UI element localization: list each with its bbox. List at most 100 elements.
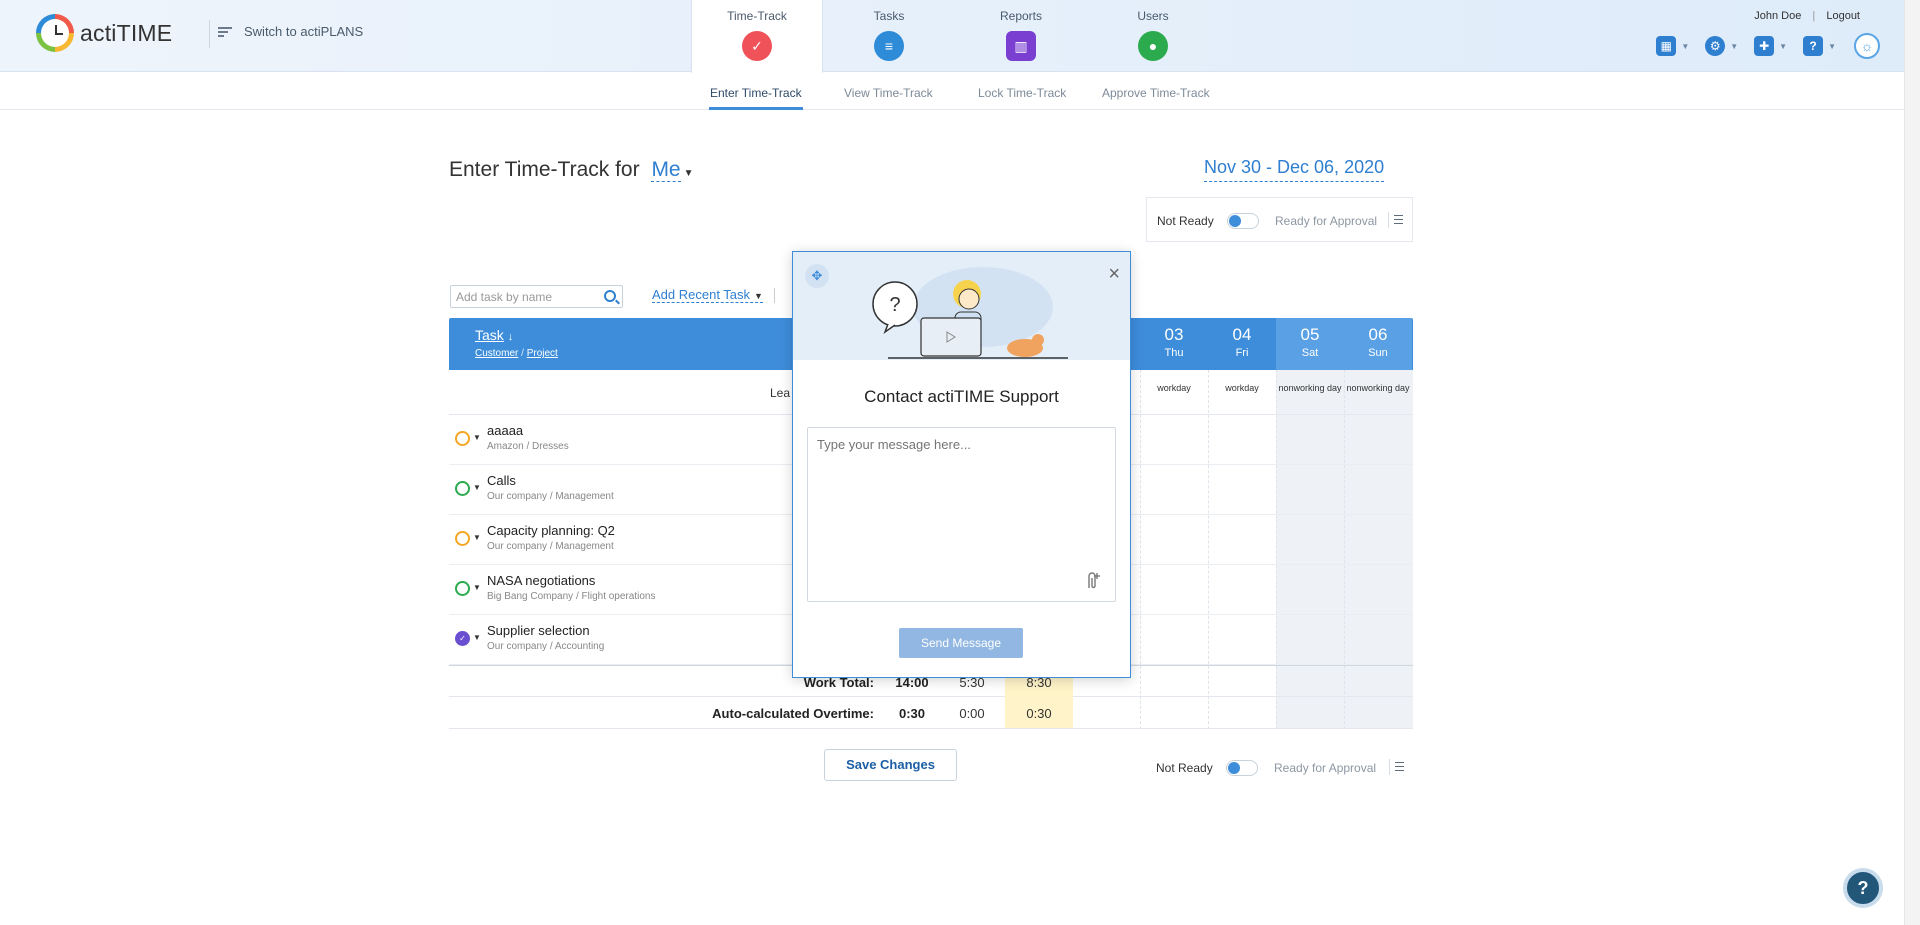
bar-chart-icon: ▥	[1006, 31, 1041, 61]
ready-for-approval-label: Ready for Approval	[1275, 214, 1378, 228]
approval-toggle[interactable]	[1226, 760, 1258, 776]
subnav-enter-time-track[interactable]: Enter Time-Track	[710, 86, 802, 100]
task-name[interactable]: Calls	[487, 473, 516, 488]
chevron-down-icon[interactable]: ▼	[473, 483, 481, 492]
task-name[interactable]: Supplier selection	[487, 623, 590, 638]
chevron-down-icon[interactable]: ▼	[473, 633, 481, 642]
list-icon[interactable]	[1389, 759, 1405, 775]
tab-time-track-label: Time-Track	[727, 9, 787, 23]
add-recent-task-label: Add Recent Task	[652, 287, 751, 302]
switch-to-actiplans-link[interactable]: Switch to actiPLANS	[218, 24, 363, 39]
top-header: actiTIME Switch to actiPLANS Time-Track …	[0, 0, 1904, 73]
day-number: 06	[1368, 325, 1388, 344]
tab-users-label: Users	[1137, 9, 1169, 23]
page-title: Enter Time-Track for Me ▼	[449, 158, 694, 182]
user-separator: |	[1812, 10, 1816, 22]
overtime-week: 0:30	[898, 706, 926, 721]
send-message-button[interactable]: Send Message	[899, 628, 1023, 658]
subnav-view-time-track[interactable]: View Time-Track	[844, 86, 933, 100]
tab-reports[interactable]: Reports ▥	[955, 0, 1087, 72]
task-name[interactable]: Capacity planning: Q2	[487, 523, 615, 538]
active-tab-indicator	[709, 107, 803, 110]
day-type: nonworking day	[1346, 383, 1410, 393]
day-name: Sun	[1368, 347, 1388, 359]
toolbar-divider	[774, 288, 775, 303]
task-path-separator: /	[575, 591, 579, 602]
task-name[interactable]: aaaaa	[487, 423, 523, 438]
day-header: 04 Fri	[1208, 318, 1276, 370]
chevron-down-icon: ▼	[1828, 41, 1836, 51]
settings-menu[interactable]: ⚙ ▼	[1705, 36, 1738, 56]
tab-time-track[interactable]: Time-Track ✓	[691, 0, 823, 73]
chevron-down-icon[interactable]: ▼	[473, 433, 481, 442]
approval-toggle[interactable]	[1227, 213, 1259, 229]
customer-sort-link[interactable]: Customer	[475, 348, 518, 359]
day-number: 03	[1164, 325, 1184, 344]
document-icon	[218, 25, 232, 39]
chevron-down-icon[interactable]: ▼	[473, 583, 481, 592]
help-menu[interactable]: ? ▼	[1803, 36, 1836, 56]
day-header: 03 Thu	[1140, 318, 1208, 370]
completed-check-icon[interactable]: ✓	[455, 631, 470, 646]
subnav-lock-time-track[interactable]: Lock Time-Track	[978, 86, 1066, 100]
ready-for-approval-label: Ready for Approval	[1274, 761, 1377, 775]
user-name[interactable]: John Doe	[1754, 10, 1801, 22]
subnav-approve-time-track[interactable]: Approve Time-Track	[1102, 86, 1210, 100]
main-nav: Time-Track ✓ Tasks ≡ Reports ▥ Users ●	[691, 0, 1219, 73]
checkmark-icon: ✓	[742, 31, 777, 61]
task-column-sort[interactable]: Task ↓	[475, 327, 513, 343]
sub-navigation: Enter Time-Track View Time-Track Lock Ti…	[0, 72, 1904, 110]
chevron-down-icon: ▼	[1779, 41, 1788, 51]
save-changes-button[interactable]: Save Changes	[824, 749, 957, 781]
approval-status-top: Not Ready Ready for Approval	[1146, 197, 1413, 242]
logout-link[interactable]: Logout	[1826, 10, 1860, 22]
day-name: Sat	[1301, 347, 1319, 359]
day-name: Fri	[1235, 347, 1249, 359]
lightbulb-icon[interactable]: ☼	[1854, 33, 1880, 59]
calendar-icon: ▦	[1656, 36, 1677, 56]
bubble-question-mark: ?	[889, 294, 900, 316]
task-customer-project: Big Bang Company / Flight operations	[487, 591, 655, 602]
overtime-day: 0:00	[959, 706, 985, 721]
chevron-down-icon[interactable]: ▼	[473, 533, 481, 542]
add-task-input[interactable]: Add task by name	[450, 285, 623, 308]
tab-tasks[interactable]: Tasks ≡	[823, 0, 955, 72]
search-icon[interactable]	[604, 290, 616, 302]
task-customer-project: Amazon / Dresses	[487, 441, 569, 452]
clock-icon[interactable]	[455, 531, 470, 546]
help-button[interactable]: ?	[1843, 868, 1883, 908]
clock-icon[interactable]	[455, 481, 470, 496]
clock-icon[interactable]	[455, 581, 470, 596]
support-message-input[interactable]	[807, 427, 1116, 602]
task-path-separator: /	[549, 491, 553, 502]
calendar-menu[interactable]: ▦ ▼	[1656, 36, 1689, 56]
chevron-down-icon[interactable]: ▼	[684, 168, 694, 179]
user-selector[interactable]: Me	[651, 158, 681, 182]
task-project: Management	[555, 491, 614, 502]
scrollbar[interactable]	[1904, 0, 1920, 925]
week-range-picker[interactable]: Nov 30 - Dec 06, 2020	[1204, 157, 1385, 182]
close-icon[interactable]: ×	[1108, 264, 1120, 284]
logo[interactable]: actiTIME	[36, 14, 172, 52]
add-recent-task-button[interactable]: Add Recent Task ▼	[652, 287, 763, 303]
day-type: workday	[1225, 383, 1259, 393]
clock-icon[interactable]	[455, 431, 470, 446]
move-icon[interactable]: ✥	[805, 264, 829, 288]
approval-status-bottom: Not Ready Ready for Approval	[1146, 745, 1413, 790]
task-project: Dresses	[532, 441, 569, 452]
project-sort-link[interactable]: Project	[527, 348, 558, 359]
day-name: Thu	[1164, 347, 1184, 359]
addons-menu[interactable]: ✚ ▼	[1754, 36, 1787, 56]
task-name[interactable]: NASA negotiations	[487, 573, 595, 588]
list-icon[interactable]	[1388, 212, 1404, 228]
actitime-logo-icon	[36, 14, 74, 52]
leave-label-partial: Lea	[770, 386, 791, 400]
task-project: Flight operations	[581, 591, 656, 602]
tab-users[interactable]: Users ●	[1087, 0, 1219, 72]
contact-support-dialog: ? ✥ × Contact actiTIME Support Send Mess…	[792, 251, 1131, 678]
customer-project-sort: Customer / Project	[475, 348, 558, 359]
task-customer: Big Bang Company	[487, 591, 574, 602]
paperclip-icon[interactable]	[1083, 570, 1101, 592]
overtime-row: Auto-calculated Overtime: 0:30 0:00 0:30	[449, 697, 1413, 729]
puzzle-icon: ✚	[1754, 36, 1775, 56]
